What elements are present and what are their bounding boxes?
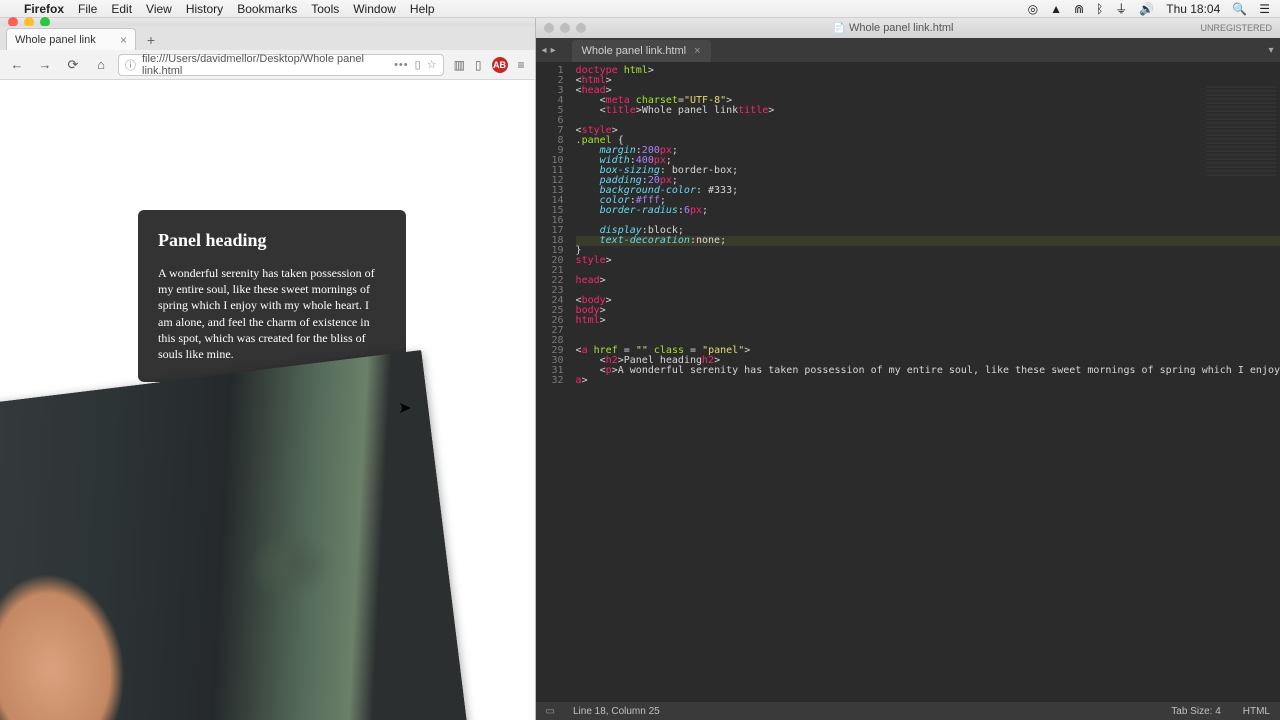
status-icon[interactable]: ◎	[1028, 2, 1038, 16]
menu-window[interactable]: Window	[353, 2, 396, 16]
menu-view[interactable]: View	[146, 2, 172, 16]
browser-tab[interactable]: Whole panel link ×	[6, 28, 136, 50]
unregistered-label: UNREGISTERED	[1200, 23, 1272, 33]
site-info-icon[interactable]: ⓘ	[125, 57, 136, 73]
document-icon: 📄	[833, 23, 845, 34]
minimize-button[interactable]	[560, 23, 570, 33]
bookmark-icon[interactable]: ☆	[427, 58, 437, 71]
library-icon[interactable]: ▥	[454, 58, 465, 72]
mouse-cursor-icon: ➤	[398, 398, 411, 418]
editor-tab-title: Whole panel link.html	[582, 45, 687, 57]
volume-icon[interactable]: 🔊	[1139, 2, 1154, 16]
reload-button[interactable]: ⟳	[62, 54, 84, 76]
page-content: Panel heading A wonderful serenity has t…	[0, 80, 535, 720]
menubar-app[interactable]: Firefox	[24, 2, 64, 16]
menu-edit[interactable]: Edit	[111, 2, 132, 16]
sublime-window: 📄 Whole panel link.html UNREGISTERED ◂ ▸…	[536, 18, 1280, 720]
status-syntax[interactable]: HTML	[1243, 706, 1270, 717]
firefox-toolbar: ← → ⟳ ⌂ ⓘ file:///Users/davidmellor/Desk…	[0, 50, 535, 80]
status-icon[interactable]: ▲	[1050, 2, 1062, 16]
close-tab-icon[interactable]: ×	[694, 45, 700, 57]
url-bar[interactable]: ⓘ file:///Users/davidmellor/Desktop/Whol…	[118, 54, 444, 76]
url-text: file:///Users/davidmellor/Desktop/Whole …	[142, 53, 388, 77]
reader-icon[interactable]: ▯	[415, 58, 421, 71]
sidebar-icon[interactable]: ▯	[475, 58, 482, 72]
panel-body: A wonderful serenity has taken possessio…	[158, 265, 386, 362]
tab-title: Whole panel link	[15, 34, 96, 46]
menu-help[interactable]: Help	[410, 2, 435, 16]
firefox-titlebar	[0, 18, 535, 26]
firefox-tabstrip: Whole panel link × +	[0, 26, 535, 50]
menubar-clock[interactable]: Thu 18:04	[1166, 2, 1220, 16]
mac-menubar: Firefox File Edit View History Bookmarks…	[0, 0, 1280, 18]
page-actions-icon[interactable]: •••	[394, 59, 409, 71]
editor-body: 1234567891011121314151617181920212223242…	[536, 62, 1280, 702]
bluetooth-icon[interactable]: ᛒ	[1096, 2, 1103, 16]
window-title: Whole panel link.html	[849, 22, 954, 34]
adblock-icon[interactable]: AB	[492, 57, 508, 73]
sublime-titlebar: 📄 Whole panel link.html UNREGISTERED	[536, 18, 1280, 38]
close-tab-icon[interactable]: ×	[120, 33, 127, 47]
close-button[interactable]	[544, 23, 554, 33]
new-tab-button[interactable]: +	[140, 30, 162, 50]
fold-left-icon[interactable]: ◂	[542, 45, 547, 56]
status-position[interactable]: Line 18, Column 25	[573, 706, 660, 717]
hamburger-icon[interactable]: ≡	[518, 58, 525, 72]
sublime-statusbar: ▭ Line 18, Column 25 Tab Size: 4 HTML	[536, 702, 1280, 720]
statusbar-icon[interactable]: ▭	[546, 706, 555, 717]
panel-heading: Panel heading	[158, 230, 386, 251]
menu-file[interactable]: File	[78, 2, 97, 16]
code-editor[interactable]: doctype html><html><head> <meta charset=…	[570, 62, 1280, 702]
fold-right-icon[interactable]: ▸	[551, 45, 556, 56]
fullscreen-button[interactable]	[576, 23, 586, 33]
forward-button[interactable]: →	[34, 54, 56, 76]
wifi-icon[interactable]: ⏚	[1115, 0, 1127, 17]
spotlight-icon[interactable]: 🔍	[1232, 2, 1247, 16]
editor-tab[interactable]: Whole panel link.html ×	[572, 40, 711, 62]
status-tabsize[interactable]: Tab Size: 4	[1171, 706, 1220, 717]
tabs-dropdown-icon[interactable]: ▾	[1262, 45, 1280, 56]
menu-bookmarks[interactable]: Bookmarks	[237, 2, 297, 16]
menu-history[interactable]: History	[186, 2, 223, 16]
back-button[interactable]: ←	[6, 54, 28, 76]
firefox-window: Whole panel link × + ← → ⟳ ⌂ ⓘ file:///U…	[0, 18, 536, 720]
line-gutter: 1234567891011121314151617181920212223242…	[536, 62, 570, 702]
menu-icon[interactable]: ☰	[1259, 2, 1270, 16]
status-icon[interactable]: ⋒	[1074, 2, 1084, 16]
sublime-tabstrip: ◂ ▸ Whole panel link.html × ▾	[536, 38, 1280, 62]
menu-tools[interactable]: Tools	[311, 2, 339, 16]
minimap[interactable]	[1206, 86, 1276, 176]
home-button[interactable]: ⌂	[90, 54, 112, 76]
